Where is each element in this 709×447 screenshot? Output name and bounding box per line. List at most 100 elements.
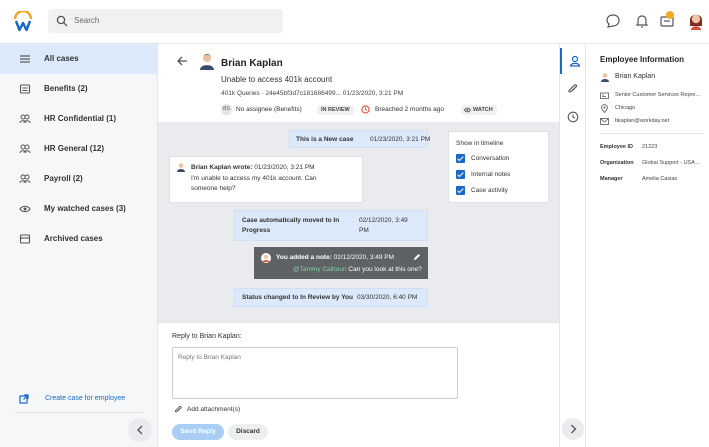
checkbox-checked[interactable] (456, 154, 465, 163)
attachments-tab[interactable] (560, 76, 586, 102)
expand-panel-button[interactable] (562, 418, 584, 440)
group-icon (19, 174, 31, 184)
bell-icon[interactable] (634, 13, 650, 29)
new-case-label: This is a New case (296, 136, 354, 143)
employee-divider (600, 133, 704, 134)
employee-id-key: Employee ID (600, 144, 634, 150)
user-avatar-small (261, 253, 271, 263)
organization-value[interactable]: Global Support - USA ... (642, 160, 701, 166)
employee-job-row: Senior Customer Services Repre... (600, 91, 709, 101)
message-header: Brian Kaplan wrote: 01/23/2020, 3:21 PM (191, 164, 315, 171)
sidebar-item-label: HR Confidential (1) (44, 114, 116, 123)
status-change-label: Status changed to In Review by You (242, 294, 354, 301)
sidebar-divider (15, 412, 143, 413)
assignee-avatar: BS (221, 104, 232, 115)
workday-logo[interactable] (12, 11, 34, 33)
edit-pencil-icon[interactable] (413, 253, 421, 261)
breach-label: Breached 2 months ago (375, 106, 445, 113)
sidebar-item-label: HR General (12) (44, 144, 105, 153)
filter-case-activity[interactable]: Case activity (456, 186, 546, 196)
note-mention[interactable]: @Tammy Calhoun (293, 266, 347, 273)
add-attachment-link[interactable]: Add attachment(s) (172, 405, 292, 415)
sidebar-item-payroll[interactable]: Payroll (2) (0, 164, 158, 194)
message-line-1: I'm unable to access my 401k account. Ca… (191, 175, 317, 182)
timeline-note: You added a note: 02/12/2020, 3:49 PM @T… (254, 247, 428, 279)
case-timeline: This is a New case 01/23/2020, 3:21 PM B… (158, 122, 559, 322)
attach-label: Add attachment(s) (187, 406, 241, 413)
sidebar-item-benefits[interactable]: Benefits (2) (0, 74, 158, 104)
watch-label: WATCH (473, 107, 493, 113)
back-arrow-icon[interactable] (176, 55, 188, 67)
watch-button[interactable]: WATCH (461, 105, 497, 115)
status-change-time: 03/30/2020, 6:40 PM (357, 294, 418, 301)
search-placeholder: Search (74, 16, 100, 25)
send-reply-button[interactable]: Send Reply (172, 424, 224, 440)
filter-conversation[interactable]: Conversation (456, 154, 546, 164)
assignee-label[interactable]: No assignee (Benefits) (236, 106, 302, 113)
search-icon (56, 15, 68, 27)
person-icon (569, 55, 581, 67)
employee-manager-row: Manager Amelia Casias (600, 176, 709, 186)
note-body: @Tammy Calhoun Can you look at this one? (293, 266, 422, 273)
message-line-2: someone help? (191, 185, 236, 192)
reply-label: Reply to Brian Kaplan: (172, 333, 242, 340)
employee-info-title: Employee Information (600, 55, 685, 64)
reply-placeholder: Reply to Brian Kaplan (178, 354, 241, 361)
employee-avatar-small (601, 73, 609, 82)
employee-organization-row: Organization Global Support - USA ... (600, 160, 709, 170)
case-meta: 401k Queries · 24e45bf3d7c181686499... 0… (221, 90, 404, 97)
breach-clock-icon (361, 105, 370, 114)
chevron-left-icon (137, 425, 143, 435)
employee-avatar (200, 54, 214, 70)
employee-info-tab[interactable] (560, 48, 586, 74)
discard-button[interactable]: Discard (228, 424, 268, 440)
reply-textarea[interactable]: Reply to Brian Kaplan (172, 347, 458, 399)
employee-id-row: Employee ID 21223 (600, 144, 709, 154)
employee-name-row: Brian Kaplan (600, 73, 709, 83)
timeline-filter-panel: Show in timeline Conversation Internal n… (448, 131, 549, 203)
filter-label: Conversation (471, 155, 510, 162)
employee-info-panel: Employee Information Brian Kaplan Senior… (586, 44, 709, 447)
timeline-case-moved: Case automatically moved to In Progress … (234, 210, 428, 241)
note-author: You added a note: (276, 254, 332, 261)
moved-line-1: Case automatically moved to In (242, 217, 340, 224)
collapse-sidebar-button[interactable] (128, 418, 152, 442)
checkbox-checked[interactable] (456, 170, 465, 179)
employee-job-title: Senior Customer Services Repre... (615, 92, 700, 98)
sidebar-item-label: All cases (44, 54, 79, 63)
timeline-status-change: Status changed to In Review by You 03/30… (234, 288, 428, 307)
employee-location: Chicago (615, 105, 636, 111)
employee-email-row: bkaplan@workday.net (600, 117, 709, 127)
employee-email[interactable]: bkaplan@workday.net (615, 118, 669, 124)
sidebar-item-label: Benefits (2) (44, 84, 88, 93)
history-tab[interactable] (560, 104, 586, 130)
sidebar-item-all-cases[interactable]: All cases (0, 44, 158, 74)
sidebar-item-archived-cases[interactable]: Archived cases (0, 224, 158, 254)
chat-icon[interactable] (605, 13, 621, 29)
external-link-icon (19, 394, 29, 404)
mail-icon (600, 118, 609, 125)
sidebar-item-watched-cases[interactable]: My watched cases (3) (0, 194, 158, 224)
eye-icon (464, 107, 471, 113)
case-subject: Unable to access 401k account (221, 75, 333, 84)
note-time: 02/12/2020, 3:49 PM (333, 254, 395, 261)
employee-location-row: Chicago (600, 104, 709, 114)
group-icon (19, 144, 31, 154)
message-author: Brian Kaplan wrote: (191, 164, 253, 171)
clock-icon (567, 111, 579, 123)
moved-time-line-2: PM (359, 227, 369, 234)
employee-avatar-small (177, 163, 185, 172)
filter-internal-notes[interactable]: Internal notes (456, 170, 546, 180)
manager-value[interactable]: Amelia Casias (642, 176, 677, 182)
sidebar-item-hr-general[interactable]: HR General (12) (0, 134, 158, 164)
search-input[interactable]: Search (48, 9, 283, 33)
sidebar-item-hr-confidential[interactable]: HR Confidential (1) (0, 104, 158, 134)
checkbox-checked[interactable] (456, 186, 465, 195)
manager-key: Manager (600, 176, 623, 182)
group-icon (19, 114, 31, 124)
id-card-icon (600, 92, 609, 99)
sidebar-item-label: Payroll (2) (44, 174, 83, 183)
sidebar: All cases Benefits (2) HR Confidential (… (0, 44, 158, 447)
employee-name[interactable]: Brian Kaplan (615, 73, 655, 80)
profile-avatar[interactable] (687, 10, 705, 30)
